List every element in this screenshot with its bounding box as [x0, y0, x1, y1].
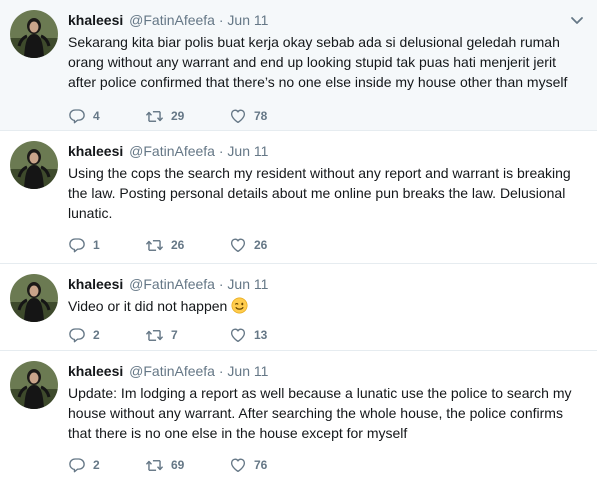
tweet-text: Using the cops the search my resident wi…: [68, 165, 571, 221]
retweet-icon: [145, 326, 164, 345]
reply-button[interactable]: 4: [68, 106, 100, 126]
heart-icon: [229, 236, 247, 254]
like-button[interactable]: 76: [229, 455, 267, 475]
reply-count: 1: [93, 238, 100, 252]
like-button[interactable]: 78: [229, 106, 267, 126]
user-name[interactable]: khaleesi: [68, 12, 123, 28]
tweet[interactable]: khaleesi @FatinAfeefa · Jun 11 Using the…: [0, 131, 597, 264]
retweet-count: 69: [171, 458, 185, 472]
tweet-date[interactable]: Jun 11: [227, 12, 268, 28]
like-button[interactable]: 26: [229, 235, 267, 255]
reply-count: 4: [93, 109, 100, 123]
tweet-text: Update: Im lodging a report as well beca…: [68, 385, 572, 441]
user-handle[interactable]: @FatinAfeefa: [129, 12, 215, 28]
retweet-count: 7: [171, 328, 178, 342]
retweet-button[interactable]: 29: [145, 106, 184, 126]
reply-count: 2: [93, 458, 100, 472]
reply-icon: [68, 107, 86, 125]
heart-icon: [229, 107, 247, 125]
tweet-date[interactable]: Jun 11: [227, 363, 268, 379]
tweet-header: khaleesi @FatinAfeefa · Jun 11: [68, 10, 587, 30]
avatar[interactable]: [10, 361, 58, 409]
reply-button[interactable]: 2: [68, 325, 100, 345]
retweet-count: 29: [171, 109, 185, 123]
tweet-text: Sekarang kita biar polis buat kerja okay…: [68, 34, 568, 90]
avatar[interactable]: [10, 274, 58, 322]
like-count: 26: [254, 238, 268, 252]
tweet-text-row: Video or it did not happen: [68, 296, 587, 319]
tweet-date[interactable]: Jun 11: [227, 143, 268, 159]
like-button[interactable]: 13: [229, 325, 267, 345]
reply-count: 2: [93, 328, 100, 342]
reply-button[interactable]: 2: [68, 455, 100, 475]
reply-button[interactable]: 1: [68, 235, 100, 255]
reply-icon: [68, 326, 86, 344]
tweet-header: khaleesi @FatinAfeefa · Jun 11: [68, 361, 587, 381]
tweet-header: khaleesi @FatinAfeefa · Jun 11: [68, 274, 587, 294]
tweet[interactable]: khaleesi @FatinAfeefa · Jun 11 Sekarang …: [0, 0, 597, 131]
retweet-count: 26: [171, 238, 185, 252]
user-handle[interactable]: @FatinAfeefa: [129, 276, 215, 292]
like-count: 13: [254, 328, 268, 342]
winking-face-icon: [231, 297, 248, 319]
heart-icon: [229, 326, 247, 344]
heart-icon: [229, 456, 247, 474]
reply-icon: [68, 236, 86, 254]
like-count: 78: [254, 109, 268, 123]
tweet-header: khaleesi @FatinAfeefa · Jun 11: [68, 141, 587, 161]
separator-dot: ·: [218, 276, 224, 292]
tweet[interactable]: khaleesi @FatinAfeefa · Jun 11 Video or …: [0, 264, 597, 351]
chevron-down-icon[interactable]: [569, 12, 585, 28]
retweet-icon: [145, 456, 164, 475]
retweet-icon: [145, 236, 164, 255]
separator-dot: ·: [218, 12, 224, 28]
avatar[interactable]: [10, 141, 58, 189]
retweet-button[interactable]: 26: [145, 235, 184, 255]
tweet-text: Video or it did not happen: [68, 298, 228, 314]
retweet-icon: [145, 107, 164, 126]
user-name[interactable]: khaleesi: [68, 143, 123, 159]
separator-dot: ·: [218, 143, 224, 159]
user-name[interactable]: khaleesi: [68, 363, 123, 379]
like-count: 76: [254, 458, 268, 472]
avatar[interactable]: [10, 10, 58, 58]
separator-dot: ·: [218, 363, 224, 379]
tweet-date[interactable]: Jun 11: [227, 276, 268, 292]
user-name[interactable]: khaleesi: [68, 276, 123, 292]
retweet-button[interactable]: 7: [145, 325, 178, 345]
tweet[interactable]: khaleesi @FatinAfeefa · Jun 11 Update: I…: [0, 351, 597, 488]
user-handle[interactable]: @FatinAfeefa: [129, 143, 215, 159]
retweet-button[interactable]: 69: [145, 455, 184, 475]
reply-icon: [68, 456, 86, 474]
user-handle[interactable]: @FatinAfeefa: [129, 363, 215, 379]
